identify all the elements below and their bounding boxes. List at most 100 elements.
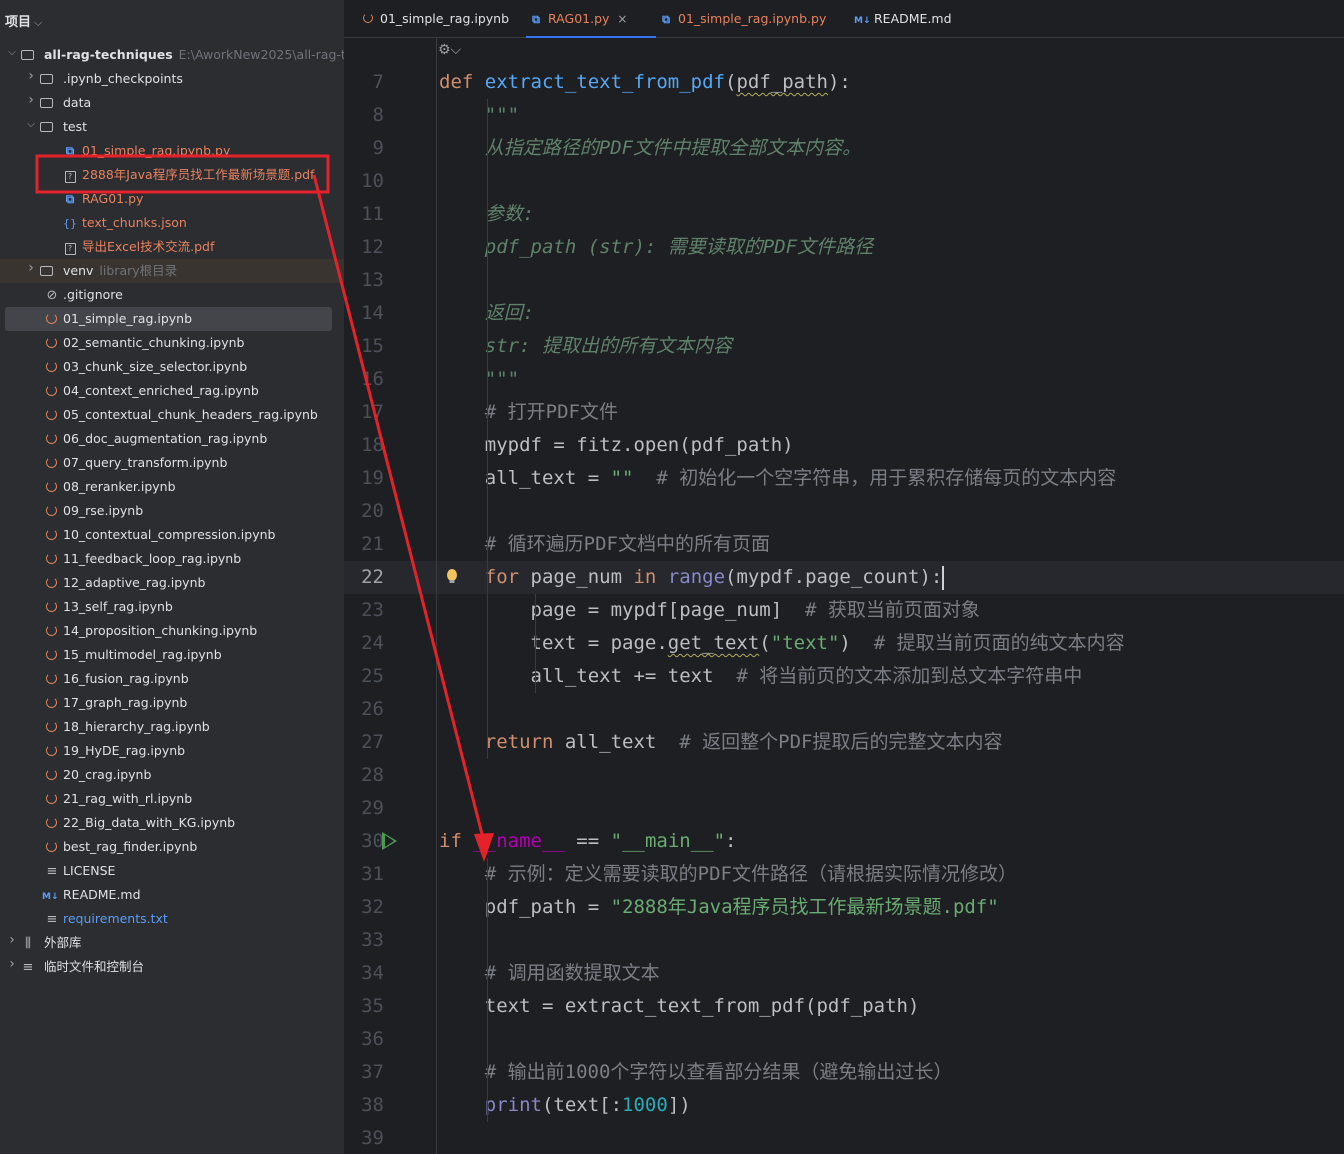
run-main-icon[interactable]: [382, 832, 397, 850]
code-token: """: [484, 368, 520, 390]
python-icon: ⧉: [532, 13, 540, 26]
tree-item[interactable]: 11_feedback_loop_rag.ipynb: [0, 547, 344, 571]
chevron-right-icon[interactable]: ›: [6, 932, 18, 948]
tree-item[interactable]: ? 2888年Java程序员找工作最新场景题.pdf: [0, 163, 344, 187]
tree-item[interactable]: 14_proposition_chunking.ipynb: [0, 619, 344, 643]
tree-item-name: 01_simple_rag.ipynb: [63, 311, 193, 326]
tree-item[interactable]: 03_chunk_size_selector.ipynb: [0, 355, 344, 379]
folder-icon: [39, 71, 55, 87]
tree-item-label: venv library根目录: [63, 263, 177, 279]
tab-label: RAG01.py: [548, 11, 610, 26]
code-token: ==: [564, 830, 611, 852]
ai-assistant-inlay-icon[interactable]: ⚙⌵: [438, 42, 461, 58]
tree-item-label: 19_HyDE_rag.ipynb: [63, 743, 185, 759]
editor-tab[interactable]: 01_simple_rag.ipynb: [358, 0, 520, 38]
tree-item[interactable]: 06_doc_augmentation_rag.ipynb: [0, 427, 344, 451]
tree-item[interactable]: 17_graph_rag.ipynb: [0, 691, 344, 715]
tree-item[interactable]: › .ipynb_checkpoints: [0, 67, 344, 91]
chevron-down-icon[interactable]: ⌵: [6, 47, 18, 58]
tree-item[interactable]: › venv library根目录: [0, 259, 344, 283]
code-token: in: [633, 566, 657, 588]
tree-item-label: 21_rag_with_rl.ipynb: [63, 791, 192, 807]
tree-item-label: 09_rse.ipynb: [63, 503, 143, 519]
tree-item[interactable]: ≡ requirements.txt: [0, 907, 344, 931]
tree-item-name: 09_rse.ipynb: [63, 503, 144, 518]
tree-item[interactable]: 22_Big_data_with_KG.ipynb: [0, 811, 344, 835]
tree-item[interactable]: ⌵ all-rag-techniques E:\AworkNew2025\all-r…: [0, 43, 344, 67]
tree-item-name: .gitignore: [63, 287, 123, 302]
tree-item[interactable]: ⧉ 01_simple_rag.ipynb.py: [0, 139, 344, 163]
tree-item[interactable]: 01_simple_rag.ipynb: [0, 307, 344, 331]
close-tab-icon[interactable]: ×: [617, 12, 627, 26]
tree-item[interactable]: ? 导出Excel技术交流.pdf: [0, 235, 344, 259]
tree-item[interactable]: › ⫼ 外部库: [0, 931, 344, 955]
chevron-right-icon[interactable]: ›: [25, 68, 37, 84]
tree-item-label: 临时文件和控制台: [44, 959, 144, 975]
code-line: def extract_text_from_pdf(pdf_path):: [439, 66, 851, 99]
editor-tab[interactable]: M↓ README.md: [852, 0, 974, 38]
tree-item-label: .gitignore: [63, 287, 123, 303]
project-title-label: 项目: [5, 15, 32, 30]
text-caret: [942, 565, 945, 590]
tree-item[interactable]: ⊘ .gitignore: [0, 283, 344, 307]
tree-item[interactable]: ⌵ test: [0, 115, 344, 139]
tree-item[interactable]: 09_rse.ipynb: [0, 499, 344, 523]
tree-item[interactable]: 10_contextual_compression.ipynb: [0, 523, 344, 547]
tree-item[interactable]: 08_reranker.ipynb: [0, 475, 344, 499]
tree-item[interactable]: 15_multimodel_rag.ipynb: [0, 643, 344, 667]
chevron-right-icon[interactable]: ›: [6, 956, 18, 972]
tree-item[interactable]: › data: [0, 91, 344, 115]
code-token: # 输出前1000个字符以查看部分结果（避免输出过长）: [484, 1061, 953, 1083]
tree-item[interactable]: › ≡ 临时文件和控制台: [0, 955, 344, 979]
notebook-icon: [44, 647, 60, 663]
project-panel: 项目 ⌵ ⌵ all-rag-techniques E:\AworkNew2025\a…: [0, 0, 344, 1154]
tree-item[interactable]: {} text_chunks.json: [0, 211, 344, 235]
tree-item[interactable]: best_rag_finder.ipynb: [0, 835, 344, 859]
tree-item[interactable]: 07_query_transform.ipynb: [0, 451, 344, 475]
tree-item-hint: library根目录: [99, 263, 178, 278]
tree-item-name: 07_query_transform.ipynb: [63, 455, 228, 470]
code-token: mypdf = fitz.open(pdf_path): [439, 434, 794, 456]
chevron-down-icon[interactable]: ⌵: [34, 16, 42, 29]
code-token: # 返回整个PDF提取后的完整文本内容: [679, 731, 1003, 753]
tree-item[interactable]: M↓ README.md: [0, 883, 344, 907]
tree-item[interactable]: 02_semantic_chunking.ipynb: [0, 331, 344, 355]
markdown-icon: M↓: [854, 16, 871, 26]
tree-item[interactable]: 13_self_rag.ipynb: [0, 595, 344, 619]
code-editor[interactable]: ⚙⌵ 7 def extract_text_from_pdf(pdf_path):…: [344, 38, 1344, 1154]
tree-item[interactable]: 12_adaptive_rag.ipynb: [0, 571, 344, 595]
chevron-right-icon[interactable]: ›: [25, 92, 37, 108]
tree-item[interactable]: 19_HyDE_rag.ipynb: [0, 739, 344, 763]
tree-item[interactable]: 21_rag_with_rl.ipynb: [0, 787, 344, 811]
tree-item-label: 06_doc_augmentation_rag.ipynb: [63, 431, 267, 447]
editor-tab[interactable]: ⧉ RAG01.py ×: [526, 0, 656, 38]
editor-tab[interactable]: ⧉ 01_simple_rag.ipynb.py: [656, 0, 848, 38]
tree-item[interactable]: 18_hierarchy_rag.ipynb: [0, 715, 344, 739]
lightbulb-icon[interactable]: [446, 568, 458, 586]
line-number: 27: [361, 731, 384, 753]
code-token: # 循环遍历PDF文档中的所有页面: [484, 533, 770, 555]
tree-item[interactable]: 20_crag.ipynb: [0, 763, 344, 787]
tree-item[interactable]: ≡ LICENSE: [0, 859, 344, 883]
tree-item[interactable]: 16_fusion_rag.ipynb: [0, 667, 344, 691]
project-panel-title[interactable]: 项目 ⌵: [0, 0, 344, 38]
tree-item[interactable]: 05_contextual_chunk_headers_rag.ipynb: [0, 403, 344, 427]
tree-item[interactable]: 04_context_enriched_rag.ipynb: [0, 379, 344, 403]
notebook-icon: [44, 455, 60, 471]
tree-item[interactable]: ⧉ RAG01.py: [0, 187, 344, 211]
chevron-right-icon[interactable]: ›: [25, 260, 37, 276]
tree-item-label: 16_fusion_rag.ipynb: [63, 671, 189, 687]
code-token: pdf_path =: [439, 896, 611, 918]
tree-item-name: 01_simple_rag.ipynb.py: [82, 143, 231, 158]
tree-item-name: 11_feedback_loop_rag.ipynb: [63, 551, 242, 566]
chevron-down-icon[interactable]: ⌵: [25, 119, 37, 130]
tree-item-name: 18_hierarchy_rag.ipynb: [63, 719, 210, 734]
tree-item-name: 2888年Java程序员找工作最新场景题.pdf: [82, 167, 315, 182]
notebook-icon: [44, 479, 60, 495]
line-number: 28: [361, 764, 384, 786]
gutter-separator: [436, 38, 437, 1154]
notebook-icon: [44, 311, 60, 327]
